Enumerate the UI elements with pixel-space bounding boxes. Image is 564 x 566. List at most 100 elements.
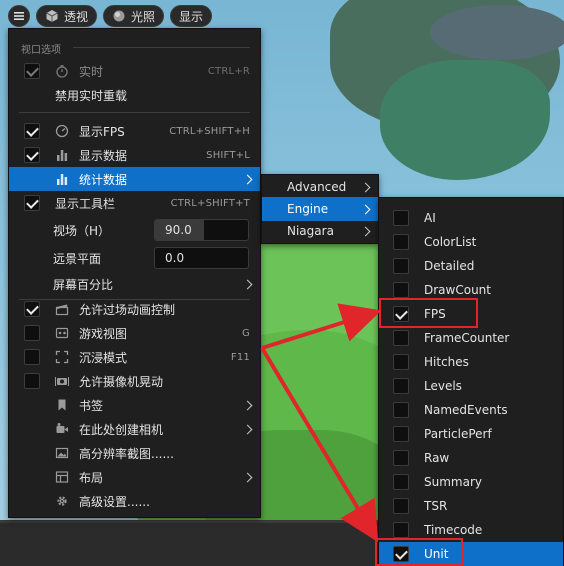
stat-checkbox[interactable] bbox=[393, 258, 409, 274]
menu-item-label: 高级设置...... bbox=[79, 494, 150, 509]
engine-stat-ai[interactable]: AI bbox=[379, 206, 563, 230]
divider bbox=[19, 112, 250, 113]
engine-stat-hitches[interactable]: Hitches bbox=[379, 350, 563, 374]
field-label: 远景平面 bbox=[53, 251, 102, 266]
realtime-checkbox[interactable] bbox=[24, 63, 40, 79]
lighting-label: 光照 bbox=[131, 9, 156, 24]
shortcut-label: SHIFT+L bbox=[206, 149, 250, 161]
engine-stat-colorlist[interactable]: ColorList bbox=[379, 230, 563, 254]
menu-item-label: Engine bbox=[287, 202, 329, 216]
stat-checkbox[interactable] bbox=[393, 378, 409, 394]
menu-item-label: 游戏视图 bbox=[79, 326, 128, 341]
menu-item-label: 高分辨率截图...... bbox=[79, 446, 174, 461]
show-stats-checkbox[interactable] bbox=[24, 147, 40, 163]
engine-stat-levels[interactable]: Levels bbox=[379, 374, 563, 398]
menu-item-advanced-settings[interactable]: 高级设置...... bbox=[9, 489, 260, 513]
menu-item-bookmarks[interactable]: 书签 bbox=[9, 393, 260, 417]
engine-stat-tsr[interactable]: TSR bbox=[379, 494, 563, 518]
viewport-options-button[interactable] bbox=[8, 5, 30, 27]
menu-item-label: NamedEvents bbox=[424, 403, 508, 417]
annotation-box-fps bbox=[379, 298, 478, 328]
menu-item-label: Timecode bbox=[424, 523, 483, 537]
menu-item-allow-cinematic-control[interactable]: 允许过场动画控制 bbox=[9, 297, 260, 321]
menu-item-game-view[interactable]: 游戏视图 G bbox=[9, 321, 260, 345]
menu-item-far-view-plane: 远景平面 0.0 bbox=[9, 246, 260, 270]
annotation-box-unit bbox=[375, 538, 463, 566]
menu-item-label: AI bbox=[424, 211, 436, 225]
chevron-right-icon bbox=[360, 182, 371, 192]
bar-chart-icon bbox=[57, 150, 68, 161]
hamburger-icon bbox=[14, 12, 24, 20]
menu-item-immersive-mode[interactable]: 沉浸模式 F11 bbox=[9, 345, 260, 369]
show-toolbar-checkbox[interactable] bbox=[24, 195, 40, 211]
menu-item-show-toolbar[interactable]: 显示工具栏 CTRL+SHIFT+T bbox=[9, 191, 260, 215]
cinematic-control-checkbox[interactable] bbox=[24, 301, 40, 317]
stat-checkbox[interactable] bbox=[393, 426, 409, 442]
menu-item-label: 实时 bbox=[79, 64, 104, 79]
menu-item-high-res-screenshot[interactable]: 高分辨率截图...... bbox=[9, 441, 260, 465]
far-plane-spinbox[interactable]: 0.0 bbox=[154, 247, 249, 269]
clapper-icon bbox=[55, 304, 69, 316]
stat-item-niagara[interactable]: Niagara bbox=[262, 219, 378, 243]
menu-item-label: Levels bbox=[424, 379, 462, 393]
bookmark-icon bbox=[58, 399, 66, 411]
menu-item-label: FrameCounter bbox=[424, 331, 510, 345]
gamepad-icon bbox=[55, 327, 69, 339]
menu-item-disable-realtime-override[interactable]: 禁用实时重载 bbox=[9, 83, 260, 107]
engine-stat-particleperf[interactable]: ParticlePerf bbox=[379, 422, 563, 446]
menu-item-label: 允许摄像机晃动 bbox=[79, 374, 164, 389]
stat-checkbox[interactable] bbox=[393, 282, 409, 298]
engine-stat-detailed[interactable]: Detailed bbox=[379, 254, 563, 278]
camera-shake-checkbox[interactable] bbox=[24, 373, 40, 389]
lighting-button[interactable]: 光照 bbox=[103, 5, 165, 27]
menu-item-show-fps[interactable]: 显示FPS CTRL+SHIFT+H bbox=[9, 119, 260, 143]
chevron-right-icon bbox=[242, 279, 253, 289]
immersive-mode-checkbox[interactable] bbox=[24, 349, 40, 365]
menu-item-realtime[interactable]: 实时 CTRL+R bbox=[9, 59, 260, 83]
menu-item-stat[interactable]: 统计数据 bbox=[9, 167, 260, 191]
chevron-right-icon bbox=[242, 400, 253, 410]
stat-item-advanced[interactable]: Advanced bbox=[262, 175, 378, 199]
menu-item-screen-percentage[interactable]: 屏幕百分比 bbox=[9, 272, 260, 296]
menu-item-label: 布局 bbox=[79, 470, 104, 485]
shortcut-label: CTRL+SHIFT+H bbox=[169, 125, 250, 137]
engine-stat-summary[interactable]: Summary bbox=[379, 470, 563, 494]
bar-chart-icon bbox=[57, 174, 68, 185]
stat-checkbox[interactable] bbox=[393, 474, 409, 490]
far-plane-value: 0.0 bbox=[165, 251, 185, 265]
menu-item-label: 显示工具栏 bbox=[55, 196, 116, 211]
shortcut-label: CTRL+R bbox=[207, 65, 250, 77]
stat-checkbox[interactable] bbox=[393, 210, 409, 226]
camera-shake-icon bbox=[55, 377, 69, 386]
menu-item-field-of-view: 视场（H） 90.0 bbox=[9, 218, 260, 242]
fov-spinbox[interactable]: 90.0 bbox=[154, 219, 249, 241]
stat-checkbox[interactable] bbox=[393, 450, 409, 466]
menu-item-show-stats[interactable]: 显示数据 SHIFT+L bbox=[9, 143, 260, 167]
menu-item-create-camera-here[interactable]: 在此处创建相机 bbox=[9, 417, 260, 441]
stat-checkbox[interactable] bbox=[393, 402, 409, 418]
menu-item-label: 屏幕百分比 bbox=[53, 277, 114, 292]
show-fps-checkbox[interactable] bbox=[24, 123, 40, 139]
menu-item-label: Hitches bbox=[424, 355, 469, 369]
stat-checkbox[interactable] bbox=[393, 234, 409, 250]
stat-checkbox[interactable] bbox=[393, 522, 409, 538]
menu-item-label: Summary bbox=[424, 475, 482, 489]
stat-item-engine[interactable]: Engine bbox=[262, 197, 378, 221]
engine-stat-framecounter[interactable]: FrameCounter bbox=[379, 326, 563, 350]
perspective-button[interactable]: 透视 bbox=[36, 5, 98, 27]
stat-checkbox[interactable] bbox=[393, 354, 409, 370]
menu-item-label: 允许过场动画控制 bbox=[79, 302, 176, 317]
stat-checkbox[interactable] bbox=[393, 498, 409, 514]
menu-item-allow-camera-shake[interactable]: 允许摄像机晃动 bbox=[9, 369, 260, 393]
engine-stat-namedevents[interactable]: NamedEvents bbox=[379, 398, 563, 422]
show-button[interactable]: 显示 bbox=[170, 5, 213, 27]
menu-item-label: ParticlePerf bbox=[424, 427, 492, 441]
stat-checkbox[interactable] bbox=[393, 330, 409, 346]
menu-item-label: 统计数据 bbox=[79, 172, 128, 187]
chevron-right-icon bbox=[360, 204, 371, 214]
camera-icon bbox=[56, 423, 68, 433]
viewport-options-menu: 视口选项 实时 CTRL+R 禁用实时重载 显示FPS CTRL+SHIFT+H… bbox=[8, 28, 261, 518]
menu-item-layouts[interactable]: 布局 bbox=[9, 465, 260, 489]
engine-stat-raw[interactable]: Raw bbox=[379, 446, 563, 470]
game-view-checkbox[interactable] bbox=[24, 325, 40, 341]
